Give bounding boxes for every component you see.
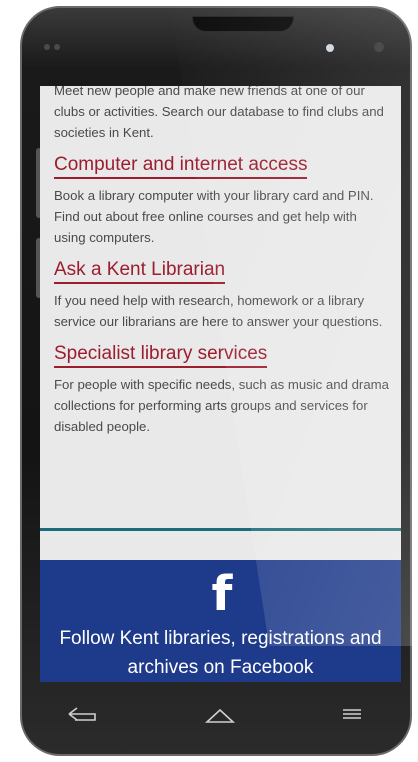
light-sensor-icon (326, 44, 334, 52)
phone-screen: Meet new people and make new friends at … (40, 86, 401, 682)
section-computer-access: Computer and internet access Book a libr… (54, 153, 389, 248)
specialist-services-text: For people with specific needs, such as … (54, 377, 389, 434)
computer-access-link[interactable]: Computer and internet access (54, 153, 308, 179)
proximity-sensor-icon (374, 42, 384, 52)
front-sensor-icon (54, 44, 60, 50)
intro-paragraph: Meet new people and make new friends at … (54, 86, 384, 140)
section-specialist-services: Specialist library services For people w… (54, 342, 389, 437)
section-ask-librarian: Ask a Kent Librarian If you need help wi… (54, 258, 389, 332)
front-camera-icon (44, 44, 50, 50)
speaker-grille (192, 16, 294, 32)
facebook-icon[interactable]: f (202, 570, 242, 618)
system-navigation-bar (40, 682, 401, 756)
specialist-services-link[interactable]: Specialist library services (54, 342, 268, 368)
ask-librarian-link[interactable]: Ask a Kent Librarian (54, 258, 226, 284)
home-icon[interactable] (200, 704, 240, 732)
menu-icon[interactable] (332, 704, 372, 732)
section-divider (40, 528, 401, 531)
back-icon[interactable] (62, 704, 102, 732)
facebook-follow-text[interactable]: Follow Kent libraries, registrations and… (40, 624, 401, 682)
facebook-banner[interactable]: f Follow Kent libraries, registrations a… (40, 560, 401, 682)
page-content: Meet new people and make new friends at … (54, 86, 389, 437)
ask-librarian-text: If you need help with research, homework… (54, 293, 383, 329)
computer-access-text: Book a library computer with your librar… (54, 188, 374, 245)
